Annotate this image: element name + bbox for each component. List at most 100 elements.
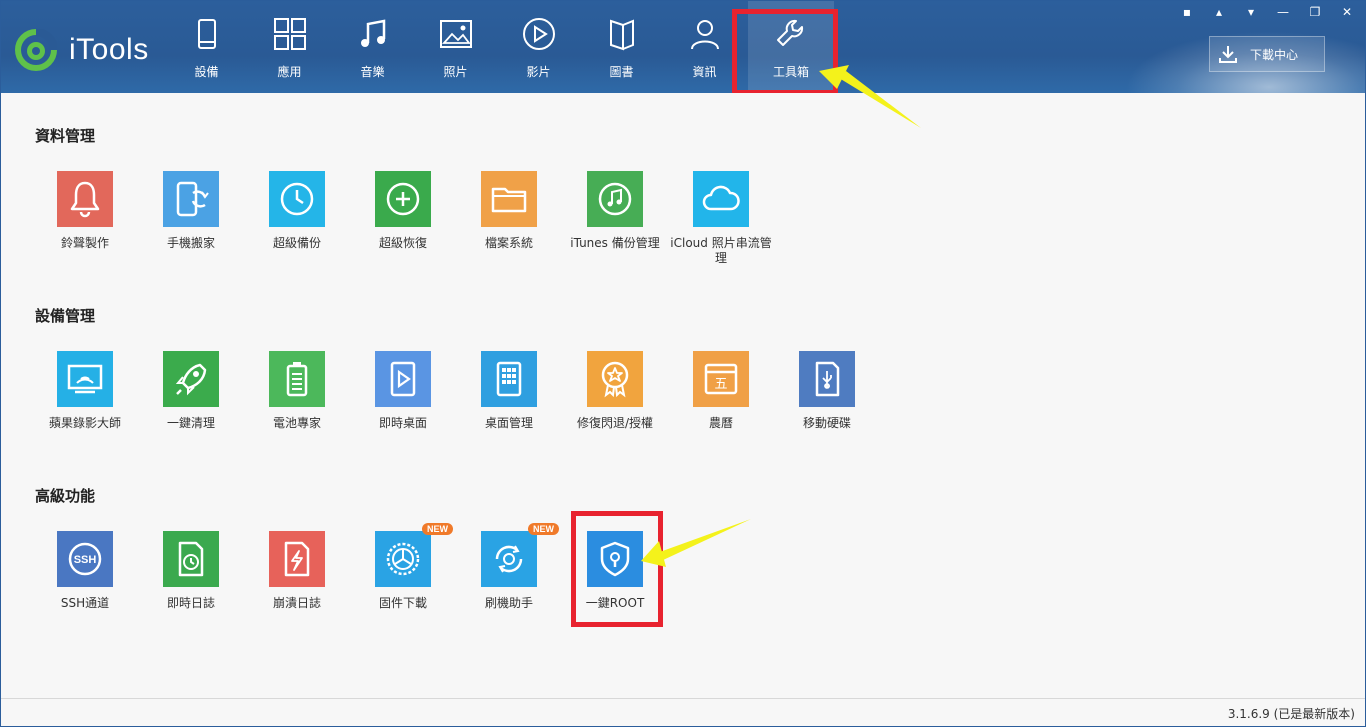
feedback-icon[interactable]: ▪ bbox=[1175, 3, 1199, 21]
screen-mirror-icon bbox=[67, 364, 103, 394]
nav-music[interactable]: 音樂 bbox=[331, 1, 414, 93]
nav-photos[interactable]: 照片 bbox=[414, 1, 497, 93]
tool-tile bbox=[587, 171, 643, 227]
tool-label: iTunes 備份管理 bbox=[570, 236, 660, 250]
nav-label: 音樂 bbox=[360, 65, 385, 79]
tool-ringtone-maker[interactable]: 鈴聲製作 bbox=[32, 171, 138, 251]
nav-videos[interactable]: 影片 bbox=[497, 1, 580, 93]
tool-tile bbox=[587, 351, 643, 407]
nav-device[interactable]: 設備 bbox=[165, 1, 248, 93]
live-desktop-icon bbox=[390, 361, 416, 397]
toolbox-highlight-box bbox=[732, 9, 838, 93]
log-clock-icon bbox=[178, 541, 204, 577]
minimize-icon[interactable]: — bbox=[1271, 3, 1295, 21]
tool-itunes-backup[interactable]: iTunes 備份管理 bbox=[562, 171, 668, 251]
tool-flash-assistant[interactable]: NEW 刷機助手 bbox=[456, 523, 562, 611]
tool-tile bbox=[481, 171, 537, 227]
restore-icon[interactable]: ❐ bbox=[1303, 3, 1327, 21]
nav-label: 照片 bbox=[443, 65, 468, 79]
skin-shirt-icon[interactable]: ▴ bbox=[1207, 3, 1231, 21]
menu-dropdown-icon[interactable]: ▾ bbox=[1239, 3, 1263, 21]
version-text: 3.1.6.9 (已是最新版本) bbox=[1227, 707, 1355, 721]
flash-assistant-icon bbox=[495, 545, 523, 573]
tool-tile bbox=[481, 351, 537, 407]
tool-tile: SSH bbox=[57, 531, 113, 587]
ssh-icon: SSH bbox=[68, 542, 102, 576]
photo-icon bbox=[439, 20, 472, 48]
itools-logo-icon bbox=[15, 29, 57, 71]
new-badge: NEW bbox=[528, 523, 559, 535]
tool-crash-log[interactable]: 崩潰日誌 bbox=[244, 531, 350, 611]
svg-text:五: 五 bbox=[714, 377, 727, 392]
tool-label: 固件下載 bbox=[378, 596, 427, 610]
tool-label: 電池專家 bbox=[272, 416, 321, 430]
tool-tile bbox=[799, 351, 855, 407]
tool-super-backup[interactable]: 超級備份 bbox=[244, 171, 350, 251]
tool-mobile-disk[interactable]: 移動硬碟 bbox=[774, 351, 880, 431]
cloud-icon bbox=[702, 185, 740, 211]
tool-tile: 五 bbox=[693, 351, 749, 407]
medal-star-icon bbox=[601, 361, 629, 398]
app-logo: iTools bbox=[15, 29, 149, 71]
nav-apps[interactable]: 應用 bbox=[248, 1, 331, 93]
tool-firmware-download[interactable]: NEW 固件下載 bbox=[350, 523, 456, 611]
itools-window: iTools 設備 應用 音樂 照片 影片 圖書 資訊 工具箱 ▪ ▴ ▾ — … bbox=[0, 0, 1366, 727]
tool-tile bbox=[163, 351, 219, 407]
battery-icon bbox=[286, 362, 308, 397]
app-name: iTools bbox=[69, 33, 149, 66]
tool-label: 超級恢復 bbox=[378, 236, 427, 250]
tool-tile bbox=[163, 171, 219, 227]
tool-fix-crash-auth[interactable]: 修復閃退/授權 bbox=[562, 351, 668, 431]
tool-tile bbox=[375, 171, 431, 227]
download-center-button[interactable]: 下載中心 bbox=[1209, 36, 1325, 72]
tool-label: 檔案系統 bbox=[484, 236, 533, 250]
tool-tile bbox=[269, 531, 325, 587]
nav-label: 設備 bbox=[194, 65, 219, 79]
play-icon bbox=[522, 18, 555, 50]
folder-icon bbox=[491, 187, 527, 213]
itunes-backup-icon bbox=[598, 182, 632, 216]
svg-text:SSH: SSH bbox=[74, 554, 97, 566]
apps-grid-icon bbox=[273, 18, 306, 50]
tool-lunar-calendar[interactable]: 五 農曆 bbox=[668, 351, 774, 431]
new-badge: NEW bbox=[422, 523, 453, 535]
tool-desktop-manager[interactable]: 桌面管理 bbox=[456, 351, 562, 431]
status-bar: 3.1.6.9 (已是最新版本) bbox=[1, 698, 1365, 726]
tool-one-click-clean[interactable]: 一鍵清理 bbox=[138, 351, 244, 431]
tool-tile bbox=[57, 171, 113, 227]
tool-label: 蘋果錄影大師 bbox=[48, 416, 121, 430]
tool-label: 即時桌面 bbox=[378, 416, 427, 430]
tool-screen-recorder[interactable]: 蘋果錄影大師 bbox=[32, 351, 138, 431]
tool-phone-transfer[interactable]: 手機搬家 bbox=[138, 171, 244, 251]
download-icon bbox=[1219, 46, 1237, 63]
book-icon bbox=[609, 19, 634, 51]
tool-tile: NEW bbox=[481, 523, 559, 587]
usb-disk-icon bbox=[815, 361, 840, 397]
tool-label: 修復閃退/授權 bbox=[576, 416, 654, 430]
tool-super-restore[interactable]: 超級恢復 bbox=[350, 171, 456, 251]
tool-label: 刷機助手 bbox=[484, 596, 533, 610]
tool-icloud-photo-stream[interactable]: iCloud 照片串流管理 bbox=[668, 171, 774, 266]
tool-label: 崩潰日誌 bbox=[272, 596, 321, 610]
tool-live-desktop[interactable]: 即時桌面 bbox=[350, 351, 456, 431]
section-title-device-management: 設備管理 bbox=[35, 307, 96, 325]
tool-tile bbox=[163, 531, 219, 587]
tool-label: 鈴聲製作 bbox=[60, 236, 109, 250]
tool-label: 超級備份 bbox=[272, 236, 321, 250]
tool-battery-expert[interactable]: 電池專家 bbox=[244, 351, 350, 431]
top-toolbar: iTools 設備 應用 音樂 照片 影片 圖書 資訊 工具箱 ▪ ▴ ▾ — … bbox=[1, 1, 1365, 93]
tool-ssh-tunnel[interactable]: SSH SSH通道 bbox=[32, 531, 138, 611]
tool-tile bbox=[693, 171, 749, 227]
music-note-icon bbox=[360, 19, 385, 47]
close-icon[interactable]: ✕ bbox=[1335, 3, 1359, 21]
tool-tile bbox=[57, 351, 113, 407]
nav-books[interactable]: 圖書 bbox=[580, 1, 663, 93]
firmware-gear-icon bbox=[386, 542, 420, 576]
nav-label: 應用 bbox=[277, 65, 302, 79]
tool-tile bbox=[269, 351, 325, 407]
nav-label: 圖書 bbox=[609, 65, 634, 79]
crash-log-icon bbox=[284, 541, 310, 577]
tool-realtime-log[interactable]: 即時日誌 bbox=[138, 531, 244, 611]
tool-file-system[interactable]: 檔案系統 bbox=[456, 171, 562, 251]
tool-label: 農曆 bbox=[708, 416, 733, 430]
